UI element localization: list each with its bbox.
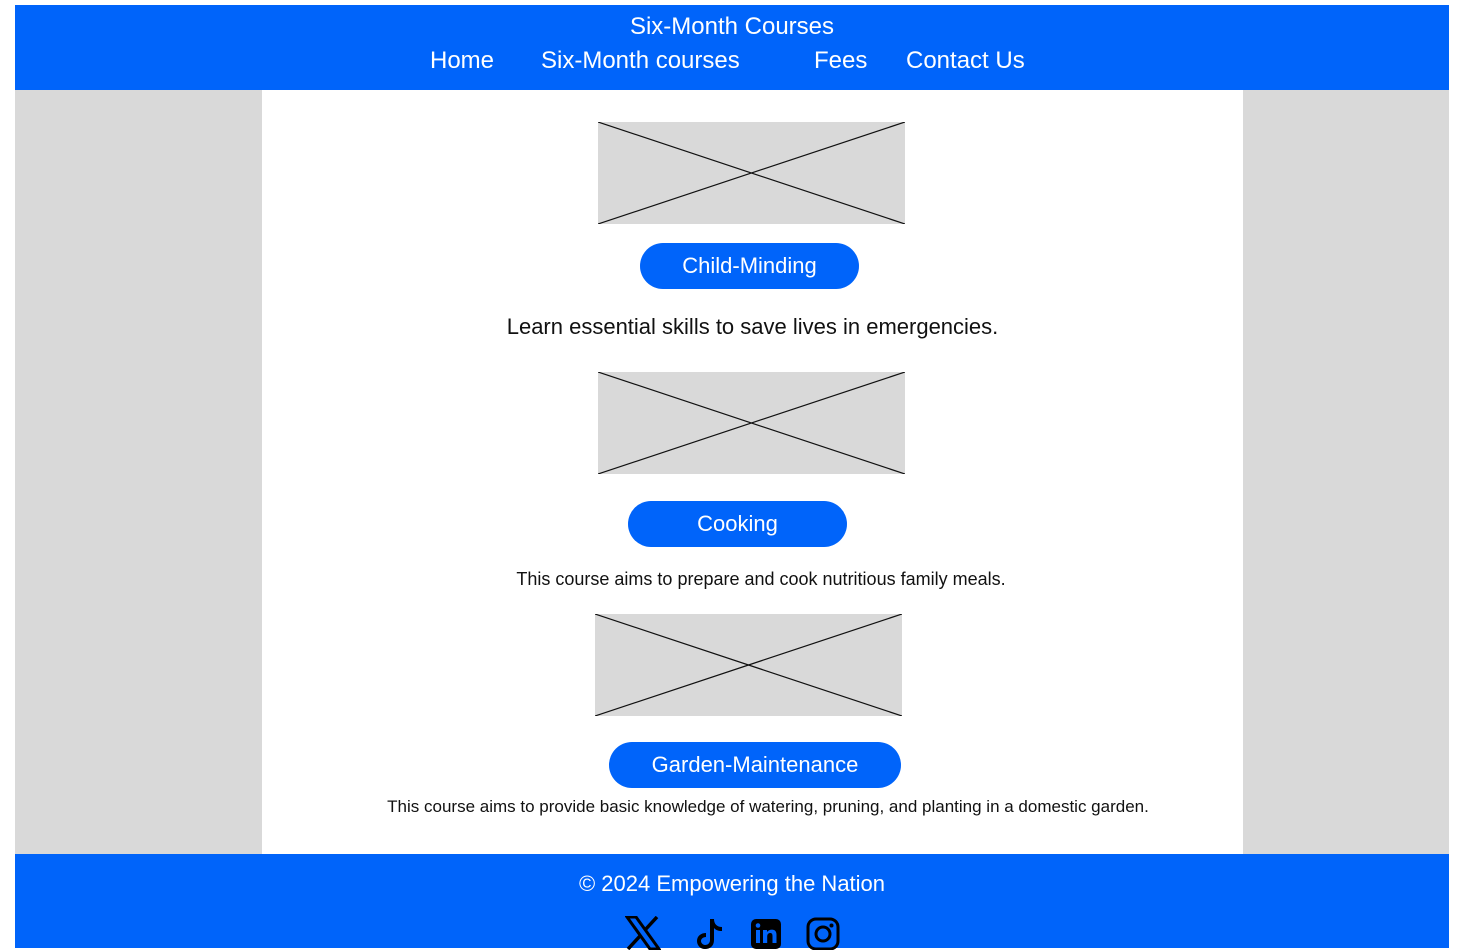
course-image-placeholder xyxy=(595,614,902,716)
tiktok-icon[interactable] xyxy=(693,916,729,950)
nav-six-month-courses[interactable]: Six-Month courses xyxy=(541,47,740,75)
course-description: This course aims to prepare and cook nut… xyxy=(516,569,1006,589)
course-image-placeholder xyxy=(598,122,905,224)
course-button-child-minding[interactable]: Child-Minding xyxy=(640,243,859,289)
copyright-text: © 2024 Empowering the Nation xyxy=(578,871,886,896)
site-header: Six-Month Courses Home Six-Month courses… xyxy=(15,5,1449,90)
course-image-placeholder xyxy=(598,372,905,474)
nav-fees[interactable]: Fees xyxy=(814,47,867,75)
linkedin-icon[interactable] xyxy=(748,916,784,950)
site-footer: © 2024 Empowering the Nation xyxy=(15,854,1449,950)
nav-home[interactable]: Home xyxy=(430,47,494,75)
course-description: Learn essential skills to save lives in … xyxy=(506,314,999,339)
site-title: Six-Month Courses xyxy=(629,13,835,40)
page-frame: Six-Month Courses Home Six-Month courses… xyxy=(15,5,1449,950)
instagram-icon[interactable] xyxy=(805,916,841,950)
main-content: Child-Minding Learn essential skills to … xyxy=(262,90,1243,855)
course-button-garden-maintenance[interactable]: Garden-Maintenance xyxy=(609,742,901,788)
course-button-cooking[interactable]: Cooking xyxy=(628,501,847,547)
course-description: This course aims to provide basic knowle… xyxy=(387,797,1149,816)
nav-contact-us[interactable]: Contact Us xyxy=(906,47,1025,75)
x-twitter-icon[interactable] xyxy=(625,916,661,950)
